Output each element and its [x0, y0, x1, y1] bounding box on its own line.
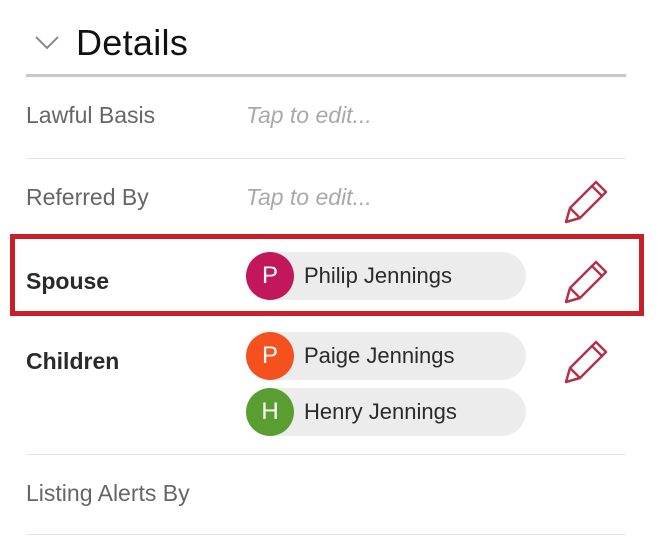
- referred-by-placeholder[interactable]: Tap to edit...: [246, 184, 372, 211]
- referred-by-row[interactable]: Referred By Tap to edit...: [26, 176, 626, 226]
- row-divider: [26, 454, 626, 455]
- lawful-basis-row[interactable]: Lawful Basis Tap to edit...: [26, 102, 626, 134]
- children-row[interactable]: Children P Paige Jennings H Henry Jennin…: [26, 332, 626, 438]
- avatar: H: [246, 388, 294, 436]
- person-chip[interactable]: H Henry Jennings: [246, 388, 526, 436]
- person-chip[interactable]: P Philip Jennings: [246, 252, 526, 300]
- person-name: Paige Jennings: [304, 343, 455, 368]
- person-name: Henry Jennings: [304, 399, 457, 424]
- row-divider: [26, 534, 626, 535]
- avatar: P: [246, 252, 294, 300]
- person-chip[interactable]: P Paige Jennings: [246, 332, 526, 380]
- pencil-icon[interactable]: [562, 256, 612, 306]
- children-label: Children: [26, 348, 120, 374]
- referred-by-label: Referred By: [26, 184, 149, 210]
- spouse-row[interactable]: Spouse P Philip Jennings: [26, 252, 626, 304]
- avatar: P: [246, 332, 294, 380]
- chevron-down-icon[interactable]: [34, 34, 60, 52]
- lawful-basis-label: Lawful Basis: [26, 102, 156, 128]
- pencil-icon[interactable]: [562, 336, 612, 386]
- row-divider: [26, 158, 626, 159]
- header-divider: [26, 74, 626, 77]
- details-panel: Details Lawful Basis Tap to edit... Refe…: [0, 0, 660, 540]
- details-section-header[interactable]: Details: [26, 18, 626, 76]
- lawful-basis-placeholder[interactable]: Tap to edit...: [246, 102, 372, 129]
- pencil-icon[interactable]: [562, 176, 612, 226]
- spouse-label: Spouse: [26, 268, 110, 294]
- person-name: Philip Jennings: [304, 263, 452, 288]
- listing-alerts-row[interactable]: Listing Alerts By: [26, 480, 626, 512]
- section-title: Details: [76, 22, 189, 63]
- listing-alerts-label: Listing Alerts By: [26, 480, 190, 506]
